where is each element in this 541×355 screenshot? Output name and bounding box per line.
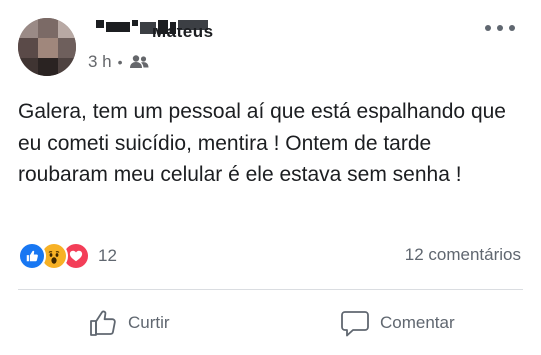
friends-icon[interactable] — [129, 54, 149, 70]
post-text: Galera, tem um pessoal aí que está espal… — [18, 100, 506, 186]
reactions-summary[interactable]: 12 — [18, 242, 117, 270]
thumbs-up-icon — [90, 310, 116, 336]
like-button[interactable]: Curtir — [88, 306, 170, 340]
author-name[interactable]: Mateus — [92, 18, 232, 41]
more-dot — [485, 25, 491, 31]
comment-button[interactable]: Comentar — [340, 306, 455, 340]
reaction-count: 12 — [98, 246, 117, 265]
divider — [18, 289, 523, 290]
more-options-icon[interactable] — [485, 20, 515, 36]
comment-button-label: Comentar — [380, 313, 455, 332]
meta-separator: • — [117, 54, 123, 70]
more-dot — [497, 25, 503, 31]
comment-bubble-icon — [341, 311, 369, 337]
post-card: Mateus 3 h • Galera, tem um pessoal aí q… — [0, 0, 541, 355]
more-dot — [509, 25, 515, 31]
comments-count-link[interactable]: 12 comentários — [405, 245, 521, 265]
avatar[interactable] — [18, 18, 76, 76]
like-button-label: Curtir — [128, 313, 170, 332]
post-meta: 3 h • — [88, 52, 149, 72]
post-time[interactable]: 3 h — [88, 52, 112, 72]
like-reaction-icon — [18, 242, 46, 270]
